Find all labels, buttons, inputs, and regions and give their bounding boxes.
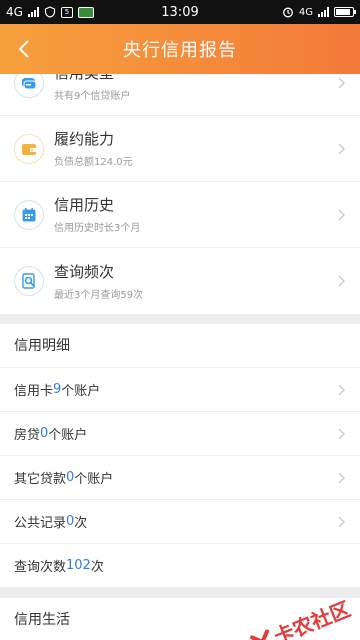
chevron-right-icon [338, 428, 345, 439]
detail-count: 0 [66, 470, 75, 485]
detail-count: 9 [53, 382, 62, 397]
chevron-right-icon [338, 77, 345, 88]
summary-title: 查询频次 [54, 262, 115, 281]
summary-title: 履约能力 [54, 130, 115, 148]
status-bar: 4G 5 13:09 4G [0, 0, 360, 24]
summary-item-credit-type[interactable]: 信用类型 共有9个信贷账户 [0, 74, 360, 116]
report-content[interactable]: 信用类型 共有9个信贷账户 履约能力 负债总额124.0元 信用历史 信用历史时… [0, 74, 360, 640]
detail-unit: 次 [74, 516, 88, 531]
app-header: 央行信用报告 [0, 24, 360, 74]
wallet-icon [14, 133, 44, 164]
summary-subtitle: 负债总额124.0元 [54, 157, 133, 168]
detail-unit: 个账户 [74, 472, 114, 487]
credit-details-section: 信用明细 信用卡 9 个账户 房贷 0 个账户 其它贷款 0 个账户 公共记录 0 次 查询次数… [0, 324, 360, 588]
card-stack-icon [14, 74, 44, 98]
detail-row-other-loans[interactable]: 其它贷款 0 个账户 [0, 456, 360, 500]
summary-list: 信用类型 共有9个信贷账户 履约能力 负债总额124.0元 信用历史 信用历史时… [0, 74, 360, 314]
chevron-right-icon [338, 384, 345, 395]
detail-label: 查询次数 [14, 560, 67, 575]
detail-unit: 个账户 [48, 428, 88, 443]
detail-row-query-count[interactable]: 查询次数 102 次 [0, 544, 360, 588]
summary-subtitle: 共有9个信贷账户 [54, 91, 131, 102]
detail-count: 0 [66, 514, 75, 529]
summary-item-repayment-ability[interactable]: 履约能力 负债总额124.0元 [0, 116, 360, 182]
detail-count: 102 [66, 558, 91, 573]
detail-label: 信用卡 [14, 384, 54, 399]
chevron-right-icon [338, 472, 345, 483]
detail-count: 0 [40, 426, 49, 441]
summary-title: 信用历史 [54, 196, 115, 214]
summary-title: 信用类型 [54, 74, 130, 83]
detail-label: 公共记录 [14, 516, 67, 531]
detail-label: 房贷 [14, 428, 41, 443]
summary-item-query-frequency[interactable]: 查询频次 最近3个月查询59次 [0, 248, 360, 314]
back-arrow-icon[interactable] [12, 36, 38, 62]
chevron-right-icon [338, 143, 345, 154]
chevron-right-icon [338, 209, 345, 220]
battery-icon [334, 7, 356, 17]
page-title: 央行信用报告 [123, 40, 237, 61]
detail-row-mortgage[interactable]: 房贷 0 个账户 [0, 412, 360, 456]
section-title: 信用明细 [0, 324, 360, 368]
summary-subtitle: 最近3个月查询59次 [54, 289, 144, 301]
detail-row-public-records[interactable]: 公共记录 0 次 [0, 500, 360, 544]
chevron-right-icon [338, 516, 345, 527]
section-divider [0, 314, 360, 324]
detail-unit: 次 [90, 560, 104, 575]
summary-item-credit-history[interactable]: 信用历史 信用历史时长3个月 [0, 182, 360, 248]
search-document-icon [14, 266, 44, 296]
chevron-right-icon [338, 275, 345, 287]
detail-row-credit-card[interactable]: 信用卡 9 个账户 [0, 368, 360, 412]
clock: 13:09 [161, 4, 199, 20]
detail-label: 其它贷款 [14, 472, 67, 487]
section-divider [0, 588, 360, 598]
calendar-icon [14, 199, 44, 230]
detail-unit: 个账户 [61, 384, 101, 399]
summary-subtitle: 信用历史时长3个月 [54, 223, 141, 234]
